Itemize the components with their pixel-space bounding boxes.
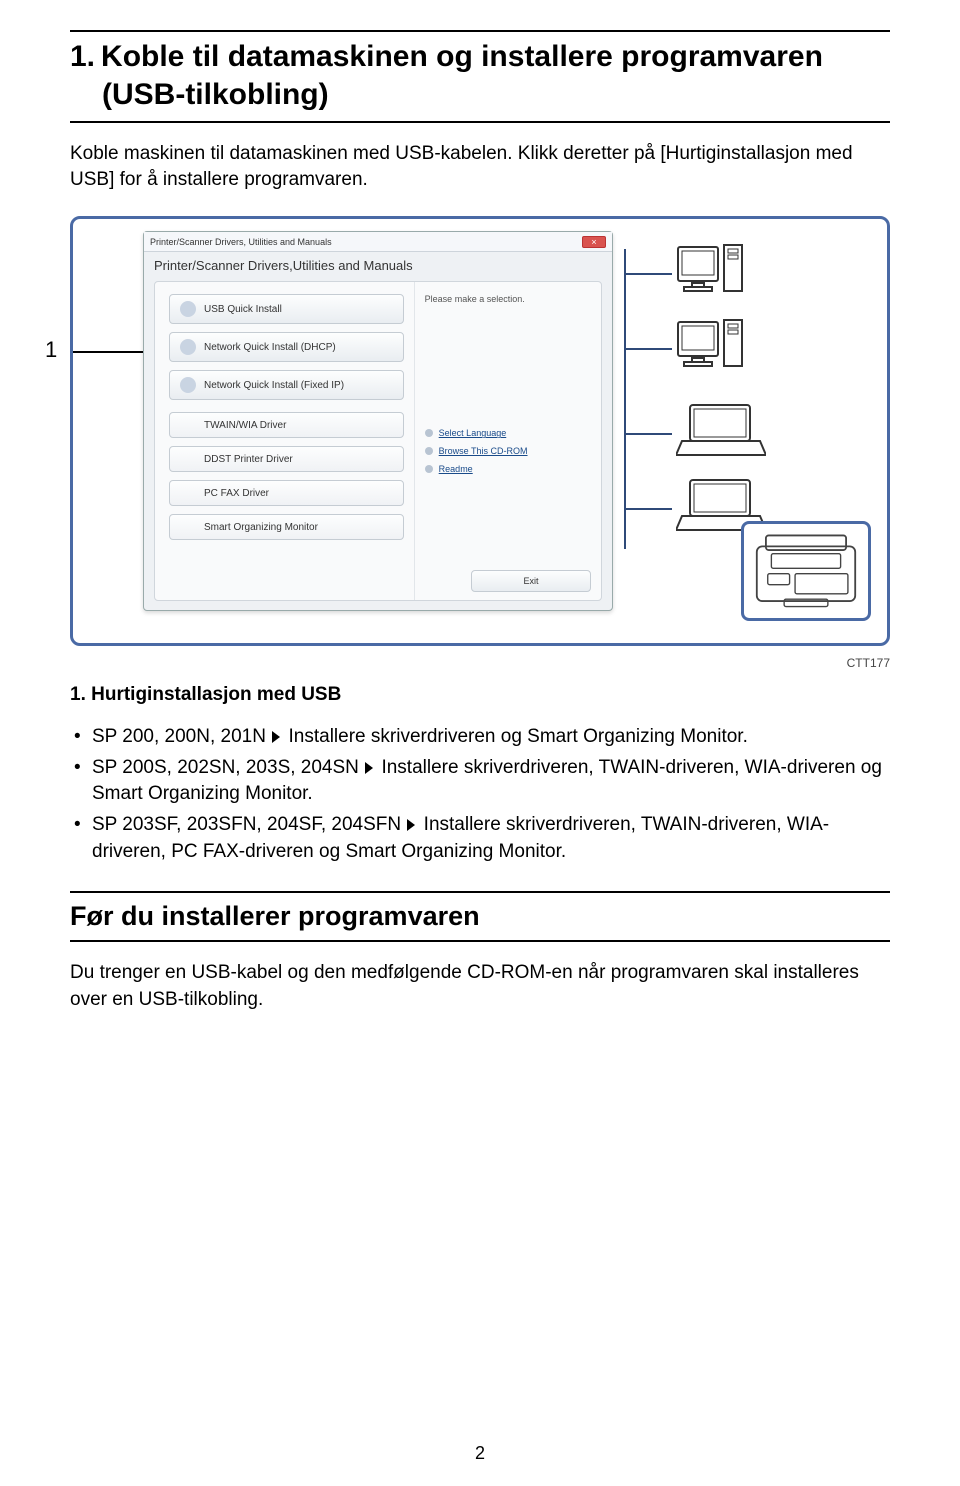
smart-organizing-button[interactable]: Smart Organizing Monitor [169, 514, 404, 540]
page-number: 2 [0, 1443, 960, 1464]
disc-icon [180, 301, 196, 317]
browse-cdrom-link[interactable]: Browse This CD-ROM [425, 446, 591, 456]
intro-paragraph: Koble maskinen til datamaskinen med USB-… [70, 141, 890, 192]
btn-label: PC FAX Driver [204, 488, 269, 499]
printer-icon [741, 521, 871, 621]
reference-code: CTT177 [70, 656, 890, 670]
network-dhcp-button[interactable]: Network Quick Install (DHCP) [169, 332, 404, 362]
desktop-icon [676, 318, 746, 378]
ddst-printer-button[interactable]: DDST Printer Driver [169, 446, 404, 472]
leader-number: 1 [45, 337, 57, 363]
dialog-titlebar: Printer/Scanner Drivers, Utilities and M… [144, 232, 612, 252]
dialog-header: Printer/Scanner Drivers,Utilities and Ma… [154, 258, 602, 273]
title-line1: Koble til datamaskinen og installere pro… [101, 38, 823, 76]
exit-button[interactable]: Exit [471, 570, 591, 592]
laptop-icon [676, 401, 766, 461]
arrow-right-icon [365, 762, 373, 774]
btn-label: Network Quick Install (Fixed IP) [204, 380, 344, 391]
arrow-right-icon [407, 819, 415, 831]
link-label: Readme [439, 464, 473, 474]
close-icon[interactable]: × [582, 236, 606, 248]
link-label: Select Language [439, 428, 507, 438]
bullet-text: Installere skriverdriveren og Smart Orga… [289, 726, 748, 747]
bullet-icon [425, 465, 433, 473]
dialog-titlebar-text: Printer/Scanner Drivers, Utilities and M… [150, 237, 332, 247]
twain-wia-button[interactable]: TWAIN/WIA Driver [169, 412, 404, 438]
list-item: SP 203SF, 203SFN, 204SF, 204SFN Installe… [70, 812, 890, 865]
btn-label: USB Quick Install [204, 304, 282, 315]
figure-caption: 1. Hurtiginstallasjon med USB [70, 684, 890, 706]
model-bullet-list: SP 200, 200N, 201N Installere skriverdri… [70, 724, 890, 865]
select-language-link[interactable]: Select Language [425, 428, 591, 438]
bullet-icon [425, 447, 433, 455]
pc-fax-button[interactable]: PC FAX Driver [169, 480, 404, 506]
usb-quick-install-button[interactable]: USB Quick Install [169, 294, 404, 324]
btn-label: DDST Printer Driver [204, 454, 293, 465]
installer-dialog: Printer/Scanner Drivers, Utilities and M… [143, 231, 613, 611]
list-item: SP 200S, 202SN, 203S, 204SN Installere s… [70, 755, 890, 808]
title-number: 1. [70, 38, 95, 76]
section-heading: Før du installerer programvaren [70, 891, 890, 942]
arrow-right-icon [272, 731, 280, 743]
models-text: SP 200S, 202SN, 203S, 204SN [92, 757, 359, 778]
list-item: SP 200, 200N, 201N Installere skriverdri… [70, 724, 890, 751]
btn-label: Network Quick Install (DHCP) [204, 342, 336, 353]
disc-icon [180, 377, 196, 393]
btn-label: TWAIN/WIA Driver [204, 420, 286, 431]
btn-label: Smart Organizing Monitor [204, 522, 318, 533]
section-body: Du trenger en USB-kabel og den medfølgen… [70, 960, 890, 1013]
network-fixedip-button[interactable]: Network Quick Install (Fixed IP) [169, 370, 404, 400]
disc-icon [180, 339, 196, 355]
dialog-info-text: Please make a selection. [425, 294, 591, 304]
exit-label: Exit [523, 576, 538, 586]
models-text: SP 200, 200N, 201N [92, 726, 266, 747]
install-diagram: 1 Printer/Scanner Drivers, Utilities and… [70, 216, 890, 646]
readme-link[interactable]: Readme [425, 464, 591, 474]
models-text: SP 203SF, 203SFN, 204SF, 204SFN [92, 814, 401, 835]
link-label: Browse This CD-ROM [439, 446, 528, 456]
bullet-icon [425, 429, 433, 437]
desktop-icon [676, 243, 746, 303]
title-line2: (USB-tilkobling) [102, 76, 890, 114]
